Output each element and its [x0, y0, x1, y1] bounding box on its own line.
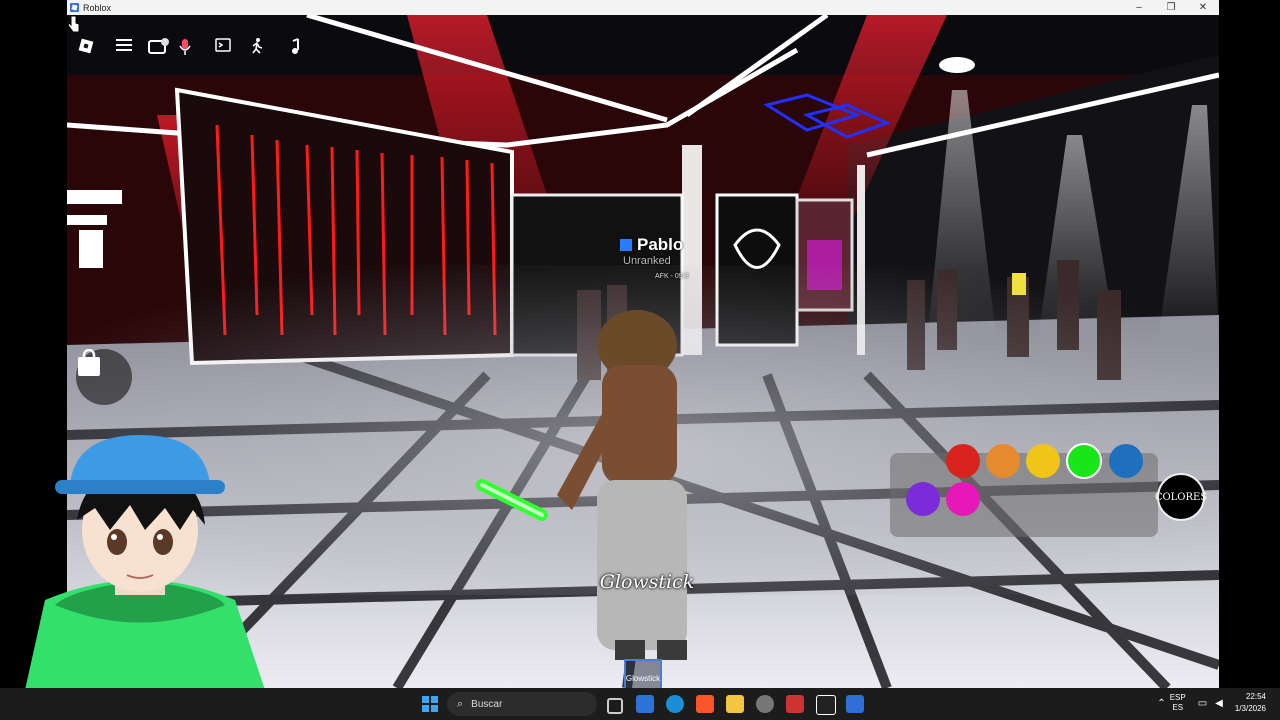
- file-explorer-icon[interactable]: [726, 695, 744, 713]
- player-nametag: Pablo Unranked AFK - 09:3: [620, 235, 740, 280]
- network-icon[interactable]: ▭: [1198, 698, 1207, 709]
- player-rank: Unranked: [623, 255, 671, 267]
- hotbar-slot-1[interactable]: Glowstick: [624, 659, 662, 688]
- vtuber-app-icon[interactable]: [786, 695, 804, 713]
- maximize-button[interactable]: ❐: [1155, 0, 1187, 15]
- clock[interactable]: 22:54 1/3/2026: [1235, 691, 1266, 715]
- equipped-tool-label: Glowstick: [599, 571, 695, 593]
- color-swatch-yellow[interactable]: [1026, 444, 1060, 478]
- color-swatch-orange[interactable]: [986, 444, 1020, 478]
- calendar-app-icon[interactable]: [636, 695, 654, 713]
- color-swatch-green[interactable]: [1066, 443, 1102, 479]
- chrome-icon[interactable]: [756, 695, 774, 713]
- streamer-avatar: [25, 435, 265, 690]
- brave-browser-icon[interactable]: [696, 695, 714, 713]
- color-swatch-pink[interactable]: [946, 482, 980, 516]
- lang-code: ESP: [1169, 693, 1186, 702]
- player-name: Pablo: [637, 235, 684, 254]
- hand-cursor-icon: [67, 15, 80, 33]
- taskbar-search[interactable]: ⌕ Buscar: [447, 692, 597, 716]
- language-indicator[interactable]: ESP ES: [1170, 693, 1186, 713]
- capcut-icon[interactable]: [816, 695, 836, 715]
- roblox-app-icon: [70, 3, 79, 12]
- run-icon[interactable]: [250, 38, 280, 68]
- roblox-taskbar-icon[interactable]: [846, 695, 864, 713]
- colores-button[interactable]: COLORES: [1155, 473, 1207, 521]
- close-button[interactable]: ✕: [1187, 0, 1219, 15]
- hamburger-menu-icon[interactable]: [116, 38, 146, 68]
- windows-taskbar: ⌕ Buscar ⌃ ESP ES ▭ ◀ 22:54 1/3/2026: [0, 688, 1280, 720]
- color-swatch-blue[interactable]: [1109, 444, 1143, 478]
- music-icon[interactable]: [287, 38, 317, 68]
- title-bar: Roblox – ❐ ✕: [67, 0, 1219, 15]
- chat-icon[interactable]: [148, 38, 178, 68]
- edge-browser-icon[interactable]: [666, 695, 684, 713]
- window-title: Roblox: [83, 2, 112, 13]
- color-swatch-purple[interactable]: [906, 482, 940, 516]
- task-view-icon[interactable]: [607, 698, 623, 714]
- search-placeholder: Buscar: [471, 698, 503, 710]
- emote-icon[interactable]: [215, 38, 245, 68]
- clock-date: 1/3/2026: [1234, 704, 1266, 713]
- search-icon: ⌕: [457, 697, 464, 710]
- windows-start-icon[interactable]: [421, 695, 439, 713]
- shop-button[interactable]: [76, 349, 132, 405]
- afk-status: AFK - 09:3: [655, 273, 689, 280]
- minimize-button[interactable]: –: [1123, 0, 1155, 15]
- color-swatch-red[interactable]: [946, 444, 980, 478]
- system-tray: ⌃ ESP ES ▭ ◀ 22:54 1/3/2026: [1153, 691, 1266, 715]
- roblox-menu-button[interactable]: [78, 38, 108, 68]
- lang-region: ES: [1172, 703, 1184, 712]
- clock-time: 22:54: [1245, 692, 1266, 701]
- shopping-bag-icon: [78, 349, 100, 376]
- verified-badge-icon: [620, 239, 632, 251]
- microphone-icon[interactable]: [178, 38, 208, 68]
- chevron-up-icon[interactable]: ⌃: [1157, 698, 1165, 709]
- volume-icon[interactable]: ◀: [1215, 698, 1223, 709]
